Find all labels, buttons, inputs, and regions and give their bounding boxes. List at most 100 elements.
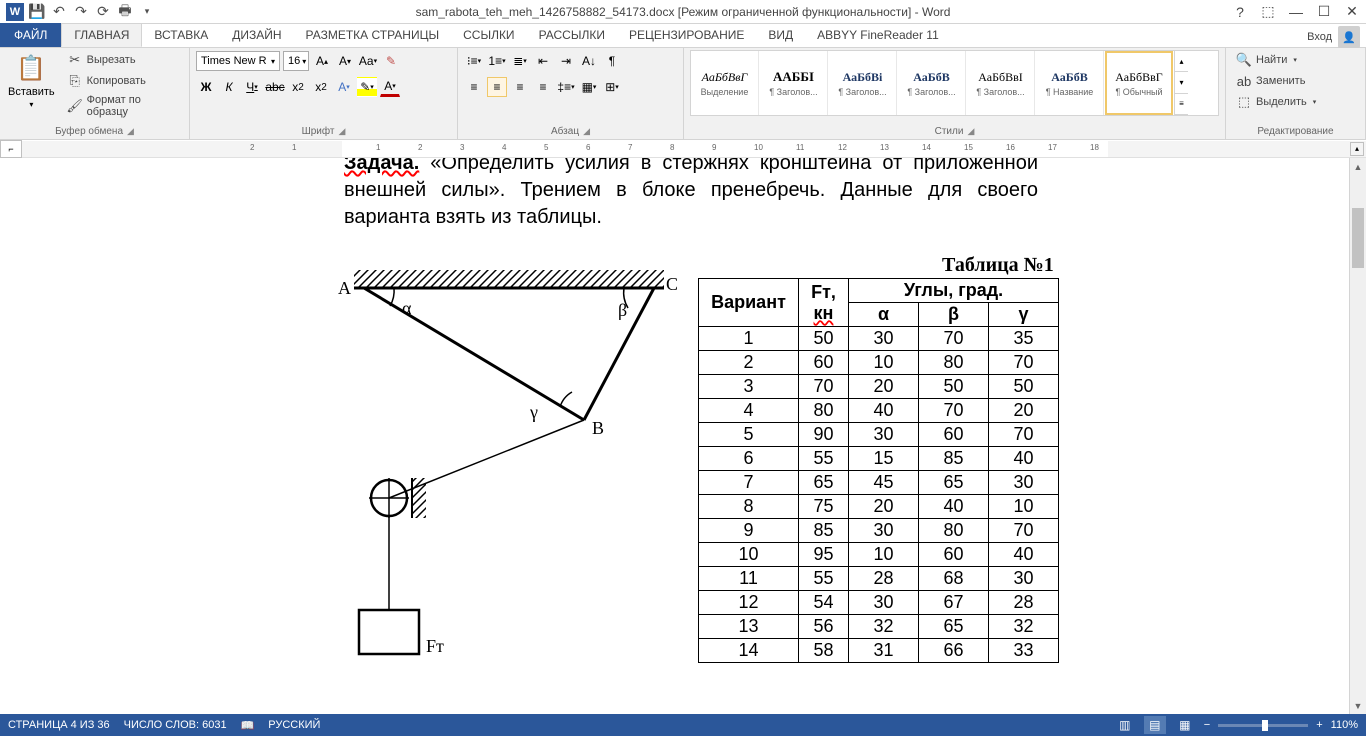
sort-button[interactable]: A↓ [579,51,599,71]
ruler-expand-icon[interactable]: ▴ [1350,142,1364,156]
table-row: 655158540 [699,447,1059,471]
bold-button[interactable]: Ж [196,77,216,97]
clear-formatting-button[interactable]: ✎ [381,51,401,71]
replace-button[interactable]: abЗаменить [1232,71,1359,91]
tab-abbyy[interactable]: ABBYY FineReader 11 [805,23,951,47]
zoom-in-icon[interactable]: + [1316,719,1322,731]
minimize-icon[interactable]: — [1282,0,1310,24]
line-spacing-button[interactable]: ‡≡▾ [556,77,576,97]
maximize-icon[interactable]: ☐ [1310,0,1338,24]
scroll-thumb[interactable] [1352,208,1364,268]
find-button[interactable]: 🔍Найти▾ [1232,50,1359,70]
zoom-out-icon[interactable]: − [1204,719,1210,731]
justify-button[interactable]: ≡ [533,77,553,97]
styles-launcher-icon[interactable]: ◢ [967,126,974,137]
style-item[interactable]: АаБбВ¶ Заголов... [898,51,966,115]
style-item[interactable]: ААББІ¶ Заголов... [760,51,828,115]
tab-view[interactable]: ВИД [756,23,805,47]
align-right-button[interactable]: ≡ [510,77,530,97]
group-font: Times New R▾ 16▾ A▴ A▾ Aa▾ ✎ Ж К Ч▾ abc … [190,48,458,139]
zoom-thumb[interactable] [1262,720,1268,731]
borders-button[interactable]: ⊞▾ [602,77,622,97]
italic-button[interactable]: К [219,77,239,97]
quick-print-icon[interactable]: 🖶 [116,3,134,21]
multilevel-button[interactable]: ≣▾ [510,51,530,71]
numbering-button[interactable]: 1≡▾ [487,51,507,71]
scroll-up-icon[interactable]: ▲ [1350,158,1366,175]
bullets-button[interactable]: ⁝≡▾ [464,51,484,71]
grow-font-button[interactable]: A▴ [312,51,332,71]
shrink-font-button[interactable]: A▾ [335,51,355,71]
th-beta: β [919,303,989,327]
paste-button[interactable]: 📋 Вставить ▾ [6,50,57,120]
ribbon-options-icon[interactable]: ⬚ [1254,0,1282,24]
style-item[interactable]: АаБбВвГ¶ Обычный [1105,51,1173,115]
superscript-button[interactable]: x2 [311,77,331,97]
copy-button[interactable]: ⎘Копировать [63,71,183,91]
paste-icon: 📋 [15,52,47,84]
highlight-button[interactable]: ✎▾ [357,77,377,97]
select-button[interactable]: ⬚Выделить▾ [1232,92,1359,112]
style-item[interactable]: АаБбВвІ¶ Заголов... [967,51,1035,115]
tab-home[interactable]: ГЛАВНАЯ [61,23,142,47]
status-proof-icon[interactable]: 📖 [241,719,255,732]
align-center-button[interactable]: ≡ [487,77,507,97]
table-row: 875204010 [699,495,1059,519]
find-icon: 🔍 [1236,52,1252,68]
zoom-slider[interactable] [1218,724,1308,727]
font-color-button[interactable]: A▾ [380,77,400,97]
format-painter-button[interactable]: 🖌Формат по образцу [63,92,183,120]
font-name-combo[interactable]: Times New R▾ [196,51,280,71]
style-item[interactable]: АаБбВвГВыделение [691,51,759,115]
clipboard-launcher-icon[interactable]: ◢ [127,126,134,137]
help-icon[interactable]: ? [1226,0,1254,24]
decrease-indent-button[interactable]: ⇤ [533,51,553,71]
text-effects-button[interactable]: A▾ [334,77,354,97]
para-launcher-icon[interactable]: ◢ [583,126,590,137]
subscript-button[interactable]: x2 [288,77,308,97]
ruler: ⌐ 21123456789101112131415161718 ▴ [0,140,1366,158]
tab-mailings[interactable]: РАССЫЛКИ [527,23,617,47]
ruler-corner[interactable]: ⌐ [0,140,22,158]
style-item[interactable]: АаБбВі¶ Заголов... [829,51,897,115]
tab-insert[interactable]: ВСТАВКА [142,23,220,47]
tab-layout[interactable]: РАЗМЕТКА СТРАНИЦЫ [294,23,452,47]
font-size-combo[interactable]: 16▾ [283,51,309,71]
group-clipboard-label: Буфер обмена [55,126,123,137]
group-styles-label: Стили [935,126,964,137]
close-icon[interactable]: ✕ [1338,0,1366,24]
styles-gallery[interactable]: АаБбВвГВыделениеААББІ¶ Заголов...АаБбВі¶… [690,50,1219,116]
page[interactable]: Задача. «Определить усилия в стержнях кр… [252,158,1130,231]
status-lang[interactable]: РУССКИЙ [268,719,320,731]
tab-references[interactable]: ССЫЛКИ [451,23,526,47]
refresh-icon[interactable]: ⟳ [94,3,112,21]
align-left-button[interactable]: ≡ [464,77,484,97]
tab-design[interactable]: ДИЗАЙН [220,23,293,47]
view-print-icon[interactable]: ▤ [1144,716,1166,734]
view-read-icon[interactable]: ▥ [1114,716,1136,734]
font-launcher-icon[interactable]: ◢ [338,126,345,137]
show-marks-button[interactable]: ¶ [602,51,622,71]
status-page[interactable]: СТРАНИЦА 4 ИЗ 36 [8,719,110,731]
horizontal-ruler[interactable]: 21123456789101112131415161718 [22,141,1366,157]
gallery-scroll[interactable]: ▴▾≡ [1174,51,1188,115]
redo-icon[interactable]: ↷ [72,3,90,21]
tab-file[interactable]: ФАЙЛ [0,23,61,47]
underline-button[interactable]: Ч▾ [242,77,262,97]
cut-button[interactable]: ✂Вырезать [63,50,183,70]
vertical-scrollbar[interactable]: ▲ ▼ [1349,158,1366,714]
save-icon[interactable]: 💾 [28,3,46,21]
view-web-icon[interactable]: ▦ [1174,716,1196,734]
undo-icon[interactable]: ↶ [50,3,68,21]
tab-review[interactable]: РЕЦЕНЗИРОВАНИЕ [617,23,756,47]
qat-more-icon[interactable]: ▾ [138,3,156,21]
zoom-level[interactable]: 110% [1331,719,1358,731]
change-case-button[interactable]: Aa▾ [358,51,378,71]
style-item[interactable]: АаБбВ¶ Название [1036,51,1104,115]
scroll-down-icon[interactable]: ▼ [1350,697,1366,714]
signin[interactable]: Вход 👤 [1307,26,1360,48]
increase-indent-button[interactable]: ⇥ [556,51,576,71]
shading-button[interactable]: ▦▾ [579,77,599,97]
status-words[interactable]: ЧИСЛО СЛОВ: 6031 [124,719,227,731]
strike-button[interactable]: abc [265,77,285,97]
